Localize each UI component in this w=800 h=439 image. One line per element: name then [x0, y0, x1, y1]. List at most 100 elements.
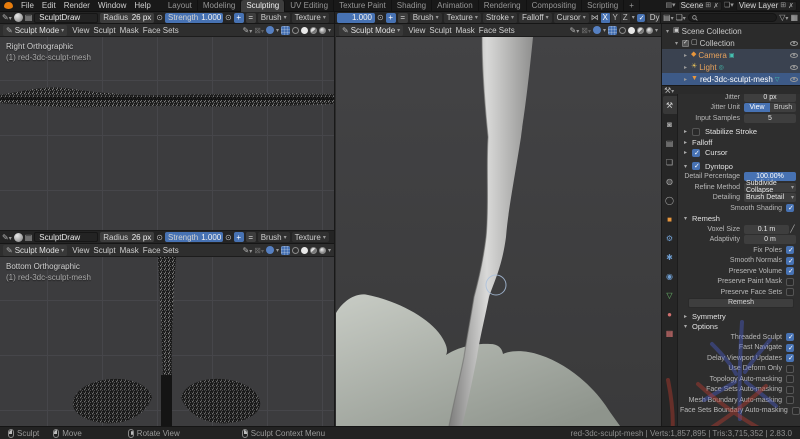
viewport-menu-mask[interactable]: Mask	[118, 246, 141, 255]
strength-pressure-icon[interactable]: ⊙	[225, 13, 232, 22]
properties-tab-modifiers[interactable]: ⚙	[663, 229, 677, 247]
remesh-button[interactable]: Remesh	[688, 298, 794, 308]
disclosure-icon[interactable]: ▾	[666, 28, 671, 35]
delay-viewport-updates-checkbox[interactable]	[786, 354, 794, 362]
face-sets-boundary-auto-masking-checkbox[interactable]	[792, 407, 800, 415]
menu-edit[interactable]: Edit	[38, 0, 60, 11]
visibility-eye-icon[interactable]	[790, 53, 798, 58]
add-workspace-button[interactable]: +	[624, 0, 640, 12]
outliner-row-mesh[interactable]: ▸▼red-3dc-sculpt-mesh▽	[662, 73, 800, 85]
properties-tab-texture[interactable]: ▦	[663, 324, 677, 342]
shading-wireframe-icon[interactable]	[292, 247, 299, 254]
outliner-search-input[interactable]	[688, 13, 778, 22]
unlink-scene-icon[interactable]: ✗	[713, 2, 719, 10]
voxel-size-field[interactable]: 0.1 m	[744, 225, 789, 234]
panel-header-stabilize-stroke[interactable]: ▸Stabilize Stroke	[680, 127, 796, 138]
properties-tab-particles[interactable]: ✱	[663, 248, 677, 266]
direction-subtract-button[interactable]: =	[246, 232, 256, 242]
fast-navigate-checkbox[interactable]	[786, 344, 794, 352]
texture-popover[interactable]: Texture▾	[292, 232, 329, 242]
panel-header-falloff[interactable]: ▸Falloff	[680, 137, 796, 148]
shading-solid-icon[interactable]	[301, 27, 308, 34]
tab-modeling[interactable]: Modeling	[198, 0, 241, 12]
outliner-display-mode-icon[interactable]: ▤▾	[663, 13, 674, 22]
strength-slider-main[interactable]: 1.000	[337, 13, 375, 23]
viewport-main[interactable]: ✎ Sculpt Mode▾ ViewSculptMaskFace Sets ✎…	[336, 24, 661, 426]
view-layer-icon[interactable]: ❏▾	[724, 2, 734, 10]
tab-uv-editing[interactable]: UV Editing	[285, 0, 334, 12]
radius-slider[interactable]: Radius 26 px	[100, 13, 154, 23]
gizmo-icon[interactable]	[266, 26, 274, 34]
editor-type-icon[interactable]: ✎▾	[2, 13, 12, 22]
dyntopo-checkbox[interactable]	[637, 14, 645, 22]
collection-checkbox[interactable]	[682, 40, 689, 47]
properties-tab-object[interactable]: ■	[663, 210, 677, 228]
viewport-right-ortho[interactable]: ✎ Sculpt Mode▾ ViewSculptMaskFace Sets ✎…	[0, 24, 335, 230]
overlay-icon[interactable]: ✎▾	[243, 246, 253, 255]
viewport-menu-view[interactable]: View	[406, 26, 427, 35]
outliner-filter-icon[interactable]: ❏▾	[676, 13, 686, 22]
shading-rendered-icon[interactable]	[319, 247, 326, 254]
smooth-shading-checkbox[interactable]	[786, 204, 794, 212]
radius-slider[interactable]: Radius26 px	[100, 232, 154, 242]
disclosure-icon[interactable]: ▸	[684, 52, 689, 59]
preserve-paint-mask-checkbox[interactable]	[786, 278, 794, 286]
brush-preview-icon[interactable]	[14, 13, 23, 22]
properties-tab-scene[interactable]: ◍	[663, 172, 677, 190]
menu-window[interactable]: Window	[94, 0, 130, 11]
dyntopo-checkbox[interactable]	[692, 162, 700, 170]
gizmo-icon[interactable]	[266, 246, 274, 254]
disclosure-icon[interactable]: ▾	[675, 40, 680, 47]
brush-preview-icon[interactable]	[14, 233, 23, 242]
tab-sculpting[interactable]: Sculpting	[241, 0, 285, 12]
viewport-menu-sculpt[interactable]: Sculpt	[427, 26, 453, 35]
tab-layout[interactable]: Layout	[163, 0, 198, 12]
viewport-menu-view[interactable]: View	[70, 246, 91, 255]
properties-tab-render[interactable]: ◙	[663, 115, 677, 133]
visibility-eye-icon[interactable]	[790, 65, 798, 70]
adaptivity-field[interactable]: 0 m	[744, 235, 796, 244]
texture-popover[interactable]: Texture▾	[444, 13, 481, 23]
panel-header-dyntopo[interactable]: ▾Dyntopo	[680, 161, 796, 172]
texture-popover[interactable]: Texture▾	[292, 13, 329, 23]
properties-tab-output[interactable]: ▤	[663, 134, 677, 152]
visibility-eye-icon[interactable]	[790, 77, 798, 82]
brush-datablock-icon[interactable]: ▤	[25, 233, 33, 242]
gizmo-icon[interactable]	[593, 26, 601, 34]
editor-type-icon[interactable]: ✎▾	[2, 233, 12, 242]
properties-tab-world[interactable]: ◯	[663, 191, 677, 209]
pressure-icon[interactable]: ⊙	[377, 13, 384, 22]
remove-view-layer-icon[interactable]: ✗	[788, 2, 794, 10]
menu-render[interactable]: Render	[60, 0, 94, 11]
direction-subtract-button[interactable]: =	[246, 13, 256, 23]
face-sets-auto-masking-checkbox[interactable]	[786, 386, 794, 394]
shading-solid-icon[interactable]	[301, 247, 308, 254]
cursor-popover[interactable]: Cursor▾	[554, 13, 589, 23]
viewport-menu-mask[interactable]: Mask	[454, 26, 477, 35]
xray-toggle-icon[interactable]	[281, 26, 290, 35]
panel-header-remesh[interactable]: ▾Remesh	[680, 214, 796, 225]
stabilize-stroke-checkbox[interactable]	[692, 128, 700, 136]
shading-wireframe-icon[interactable]	[292, 27, 299, 34]
overlay-icon[interactable]: ✎▾	[243, 26, 253, 35]
panel-header-symmetry[interactable]: ▸Symmetry	[680, 311, 796, 322]
viewport-menu-face-sets[interactable]: Face Sets	[141, 26, 181, 35]
shading-solid-icon[interactable]	[628, 27, 635, 34]
snap-icon[interactable]: ⊠▾	[254, 26, 264, 35]
tab-compositing[interactable]: Compositing	[527, 0, 582, 12]
outliner-row-scene-collection[interactable]: ▾▣Scene Collection	[662, 25, 800, 37]
eyedropper-icon[interactable]: ╱	[789, 225, 796, 233]
direction-add-button[interactable]: +	[234, 13, 244, 23]
scene-icon[interactable]: ▤▾	[665, 2, 675, 10]
shading-material-icon[interactable]	[637, 27, 644, 34]
brush-name-field[interactable]: SculptDraw	[34, 13, 98, 23]
shading-material-icon[interactable]	[310, 27, 317, 34]
direction-add-button[interactable]: +	[234, 232, 244, 242]
shading-material-icon[interactable]	[310, 247, 317, 254]
menu-file[interactable]: File	[17, 0, 38, 11]
mode-selector[interactable]: ✎ Sculpt Mode▾	[339, 25, 403, 36]
use-deform-only-checkbox[interactable]	[786, 365, 794, 373]
viewport-bottom-ortho[interactable]: ✎▾ ▤ SculptDraw Radius26 px ⊙ Strength1.…	[0, 230, 335, 426]
radius-pressure-icon[interactable]: ⊙	[156, 13, 163, 22]
strength-slider[interactable]: Strength1.000	[165, 232, 223, 242]
